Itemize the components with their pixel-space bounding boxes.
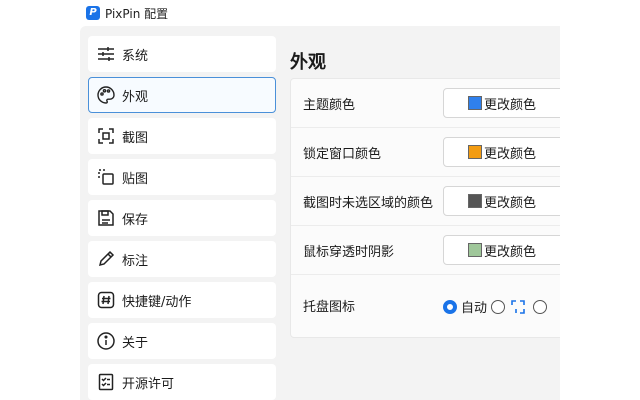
setting-row-tray-icon: 托盘图标 自动 bbox=[291, 275, 560, 335]
setting-label: 锁定窗口颜色 bbox=[303, 146, 382, 162]
color-swatch bbox=[468, 243, 482, 257]
change-theme-color-button[interactable]: 更改颜色 bbox=[443, 88, 560, 118]
setting-label: 截图时未选区域的颜色 bbox=[303, 195, 434, 211]
setting-row-passthrough-shadow: 鼠标穿透时阴影 更改颜色 bbox=[291, 226, 560, 275]
sidebar-item-shortcuts[interactable]: 快捷键/动作 bbox=[88, 282, 276, 318]
settings-card: 主题颜色 更改颜色 锁定窗口颜色 更改颜色 截图时未选区域的颜色 更改颜色 鼠标… bbox=[290, 78, 560, 338]
sidebar-item-save[interactable]: 保存 bbox=[88, 200, 276, 236]
button-label: 更改颜色 bbox=[484, 195, 537, 211]
sidebar-item-about[interactable]: 关于 bbox=[88, 323, 276, 359]
button-label: 更改颜色 bbox=[484, 146, 537, 162]
tray-blue-radio[interactable] bbox=[491, 299, 506, 314]
change-unselected-color-button[interactable]: 更改颜色 bbox=[443, 186, 560, 216]
tray-third-radio[interactable] bbox=[533, 299, 548, 314]
sidebar-item-label: 关于 bbox=[122, 335, 149, 351]
setting-row-unselected-area-color: 截图时未选区域的颜色 更改颜色 bbox=[291, 177, 560, 226]
change-lock-color-button[interactable]: 更改颜色 bbox=[443, 137, 560, 167]
setting-label: 托盘图标 bbox=[303, 299, 356, 315]
sidebar-item-system[interactable]: 系统 bbox=[88, 36, 276, 72]
tray-blue-icon bbox=[509, 298, 527, 316]
window-title: PixPin 配置 bbox=[105, 6, 169, 21]
sidebar-item-label: 外观 bbox=[122, 89, 149, 105]
sidebar-item-annotation[interactable]: 标注 bbox=[88, 241, 276, 277]
change-shadow-color-button[interactable]: 更改颜色 bbox=[443, 235, 560, 265]
sidebar-item-label: 快捷键/动作 bbox=[122, 294, 192, 310]
settings-window: 系统 外观 截图 贴图 保存 标注 快捷键/动作 关于 开源许可 外观 主题颜色… bbox=[80, 26, 560, 400]
info-icon bbox=[96, 331, 116, 351]
tray-icon-radio-group: 自动 bbox=[443, 297, 551, 316]
save-icon bbox=[96, 208, 116, 228]
setting-label: 鼠标穿透时阴影 bbox=[303, 244, 395, 260]
sidebar: 系统 外观 截图 贴图 保存 标注 快捷键/动作 关于 开源许可 bbox=[88, 36, 276, 400]
color-swatch bbox=[468, 194, 482, 208]
setting-row-lock-window-color: 锁定窗口颜色 更改颜色 bbox=[291, 128, 560, 177]
checklist-icon bbox=[96, 372, 116, 392]
sidebar-item-label: 贴图 bbox=[122, 171, 149, 187]
sidebar-item-label: 系统 bbox=[122, 48, 149, 64]
tray-auto-radio[interactable] bbox=[443, 299, 457, 314]
button-label: 更改颜色 bbox=[484, 244, 537, 260]
sidebar-item-label: 开源许可 bbox=[122, 376, 175, 392]
main-content: 外观 主题颜色 更改颜色 锁定窗口颜色 更改颜色 截图时未选区域的颜色 更改颜色… bbox=[290, 26, 560, 400]
sidebar-item-licenses[interactable]: 开源许可 bbox=[88, 364, 276, 400]
pin-image-icon bbox=[96, 167, 116, 187]
palette-icon bbox=[96, 85, 116, 105]
sliders-icon bbox=[96, 44, 116, 64]
radio-label: 自动 bbox=[461, 301, 488, 316]
page-title: 外观 bbox=[290, 52, 326, 73]
app-logo-icon: P bbox=[86, 6, 100, 20]
color-swatch bbox=[468, 96, 482, 110]
title-bar: P PixPin 配置 bbox=[0, 0, 640, 26]
screenshot-frame-icon bbox=[96, 126, 116, 146]
hash-icon bbox=[96, 290, 116, 310]
setting-label: 主题颜色 bbox=[303, 97, 356, 113]
color-swatch bbox=[468, 145, 482, 159]
sidebar-item-pin[interactable]: 贴图 bbox=[88, 159, 276, 195]
sidebar-item-label: 标注 bbox=[122, 253, 149, 269]
sidebar-item-screenshot[interactable]: 截图 bbox=[88, 118, 276, 154]
sidebar-item-label: 截图 bbox=[122, 130, 149, 146]
sidebar-item-label: 保存 bbox=[122, 212, 149, 228]
pencil-icon bbox=[96, 249, 116, 269]
sidebar-item-appearance[interactable]: 外观 bbox=[88, 77, 276, 113]
button-label: 更改颜色 bbox=[484, 97, 537, 113]
setting-row-theme-color: 主题颜色 更改颜色 bbox=[291, 79, 560, 128]
